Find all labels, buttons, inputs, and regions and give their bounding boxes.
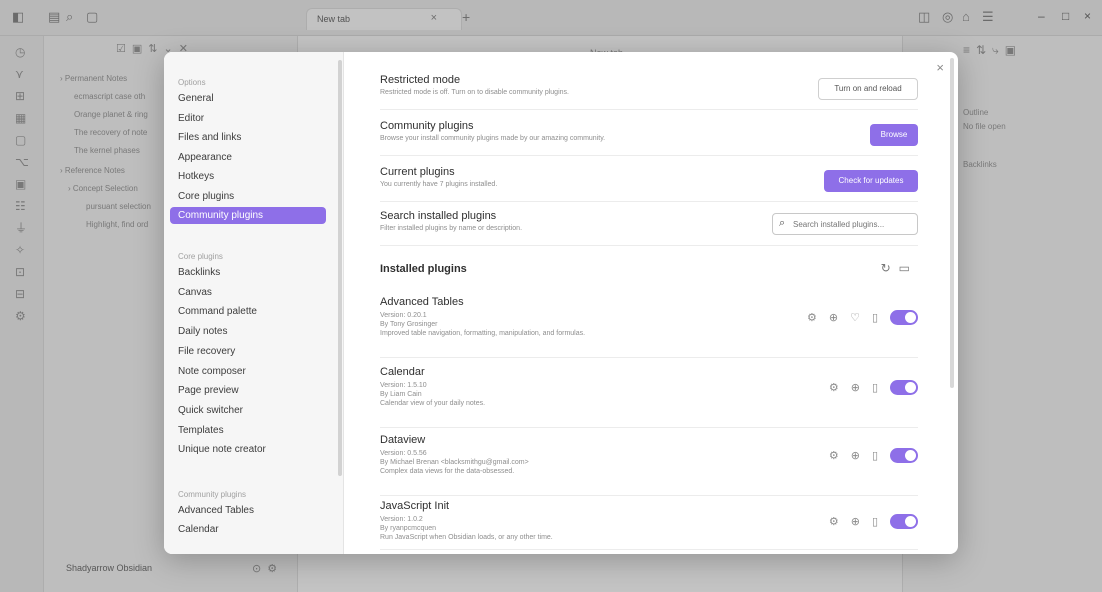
sidebar-item-core-file-recovery[interactable]: File recovery	[170, 343, 326, 360]
plugin-enable-toggle[interactable]	[890, 380, 918, 395]
sidebar-item-option-hotkeys[interactable]: Hotkeys	[170, 168, 326, 185]
plugin-enable-toggle[interactable]	[890, 310, 918, 325]
sidebar-item-option-editor[interactable]: Editor	[170, 110, 326, 127]
plugin-description: Calendar view of your daily notes.	[380, 400, 486, 407]
plugin-description: Improved table navigation, formatting, m…	[380, 330, 586, 337]
sidebar-item-core-templates[interactable]: Templates	[170, 422, 326, 439]
current-plugins-row: Current plugins You currently have 7 plu…	[380, 166, 918, 202]
sidebar-item-community-calendar[interactable]: Calendar	[170, 521, 326, 538]
plugin-version: Version: 0.20.1	[380, 312, 427, 319]
hotkey-plus-icon[interactable]: ⊕	[851, 449, 860, 462]
plugin-version: Version: 1.0.2	[380, 516, 423, 523]
heart-icon[interactable]: ♡	[850, 311, 860, 324]
setting-name: Community plugins	[380, 120, 474, 132]
sidebar-item-community-advanced-tables[interactable]: Advanced Tables	[170, 502, 326, 519]
hotkey-plus-icon[interactable]: ⊕	[829, 311, 838, 324]
trash-icon[interactable]: ▯	[872, 515, 878, 528]
plugin-author: By Liam Cain	[380, 391, 422, 398]
core-plugins-section-header: Core plugins	[178, 252, 223, 261]
gear-icon[interactable]: ⚙	[829, 381, 839, 394]
sidebar-item-core-quick-switcher[interactable]: Quick switcher	[170, 402, 326, 419]
sidebar-item-core-daily-notes[interactable]: Daily notes	[170, 323, 326, 340]
setting-description: Browse your install community plugins ma…	[380, 135, 606, 142]
sidebar-item-core-note-composer[interactable]: Note composer	[170, 363, 326, 380]
sidebar-item-option-community-plugins[interactable]: Community plugins	[170, 207, 326, 224]
trash-icon[interactable]: ▯	[872, 311, 878, 324]
setting-name: Search installed plugins	[380, 210, 497, 222]
setting-description: Restricted mode is off. Turn on to disab…	[380, 89, 569, 96]
trash-icon[interactable]: ▯	[872, 449, 878, 462]
plugin-author: By Michael Brenan <blacksmithgu@gmail.co…	[380, 459, 529, 466]
installed-plugins-actions: ↻▭	[881, 261, 918, 275]
gear-icon[interactable]: ⚙	[829, 515, 839, 528]
setting-name: Restricted mode	[380, 74, 461, 86]
setting-name: Current plugins	[380, 166, 455, 178]
turn-on-and-reload-button[interactable]: Turn on and reload	[818, 78, 918, 100]
reload-icon[interactable]: ↻	[881, 261, 899, 275]
hotkey-plus-icon[interactable]: ⊕	[851, 381, 860, 394]
plugin-row: Calendar Version: 1.5.10 By Liam Cain Calen…	[380, 366, 918, 428]
setting-description: You currently have 7 plugins installed.	[380, 181, 498, 188]
plugin-row: Advanced Tables Version: 0.20.1 By Tony Gr…	[380, 296, 918, 358]
plugin-actions: ⚙ ⊕ ♡ ▯	[807, 310, 918, 325]
sidebar-item-option-appearance[interactable]: Appearance	[170, 149, 326, 166]
plugin-actions: ⚙ ⊕ ▯	[829, 514, 918, 529]
gear-icon[interactable]: ⚙	[807, 311, 817, 324]
search-box: ⌕	[772, 213, 918, 235]
settings-modal: Options General Editor Files and links Appe…	[164, 52, 958, 554]
plugin-description: Run JavaScript when Obsidian loads, or a…	[380, 534, 553, 541]
close-icon[interactable]: ×	[936, 60, 944, 75]
settings-sidebar: Options General Editor Files and links Appe…	[164, 52, 344, 554]
sidebar-item-option-core-plugins[interactable]: Core plugins	[170, 188, 326, 205]
plugin-name: JavaScript Init	[380, 500, 450, 512]
plugin-version: Version: 1.5.10	[380, 382, 427, 389]
restricted-mode-row: Restricted mode Restricted mode is off. …	[380, 74, 918, 110]
browse-button[interactable]: Browse	[870, 124, 918, 146]
sidebar-item-option-general[interactable]: General	[170, 90, 326, 107]
hotkey-plus-icon[interactable]: ⊕	[851, 515, 860, 528]
plugin-version: Version: 0.5.56	[380, 450, 427, 457]
plugin-row: Dataview Version: 0.5.56 By Michael Brenan…	[380, 434, 918, 496]
plugin-row: JavaScript Init Version: 1.0.2 By ryanpcmc…	[380, 500, 918, 550]
sidebar-scrollbar[interactable]	[338, 60, 342, 476]
folder-icon[interactable]: ▭	[899, 261, 918, 275]
plugin-actions: ⚙ ⊕ ▯	[829, 448, 918, 463]
installed-plugins-heading: Installed plugins	[380, 263, 467, 275]
sidebar-item-core-backlinks[interactable]: Backlinks	[170, 264, 326, 281]
search-input[interactable]	[793, 217, 911, 231]
trash-icon[interactable]: ▯	[872, 381, 878, 394]
plugin-name: Calendar	[380, 366, 425, 378]
options-section-header: Options	[178, 78, 206, 87]
community-plugins-section-header: Community plugins	[178, 490, 247, 499]
plugin-enable-toggle[interactable]	[890, 514, 918, 529]
search-icon: ⌕	[779, 217, 786, 229]
search-installed-plugins-row: Search installed plugins Filter installe…	[380, 210, 918, 246]
plugin-actions: ⚙ ⊕ ▯	[829, 380, 918, 395]
check-for-updates-button[interactable]: Check for updates	[824, 170, 918, 192]
content-scrollbar[interactable]	[950, 58, 954, 388]
plugin-name: Advanced Tables	[380, 296, 464, 308]
plugin-enable-toggle[interactable]	[890, 448, 918, 463]
plugin-description: Complex data views for the data-obsessed…	[380, 468, 515, 475]
sidebar-item-core-canvas[interactable]: Canvas	[170, 284, 326, 301]
sidebar-item-core-page-preview[interactable]: Page preview	[170, 382, 326, 399]
gear-icon[interactable]: ⚙	[829, 449, 839, 462]
plugin-name: Dataview	[380, 434, 426, 446]
sidebar-item-core-unique-note-creator[interactable]: Unique note creator	[170, 441, 326, 458]
plugin-author: By ryanpcmcquen	[380, 525, 437, 532]
sidebar-item-core-command-palette[interactable]: Command palette	[170, 303, 326, 320]
settings-content: × Restricted mode Restricted mode is off…	[344, 52, 958, 554]
setting-description: Filter installed plugins by name or desc…	[380, 225, 523, 232]
community-plugins-row: Community plugins Browse your install co…	[380, 120, 918, 156]
plugin-author: By Tony Grosinger	[380, 321, 438, 328]
sidebar-item-option-files-and-links[interactable]: Files and links	[170, 129, 326, 146]
